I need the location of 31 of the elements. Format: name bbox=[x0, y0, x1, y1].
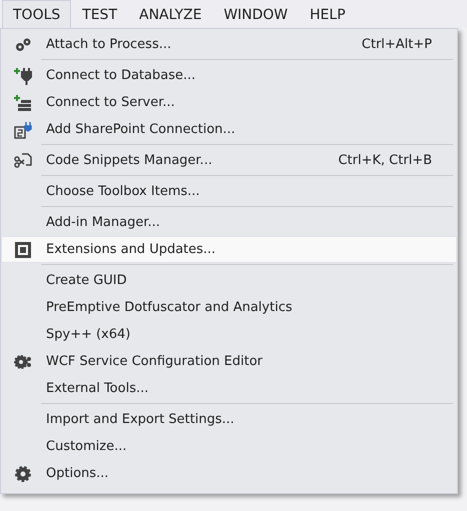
settings-icon bbox=[14, 464, 32, 482]
menu-item[interactable]: Customize... bbox=[1, 433, 457, 460]
menu-bar-item[interactable]: TOOLS bbox=[2, 0, 72, 28]
menu-bar-item[interactable]: WINDOW bbox=[212, 0, 299, 28]
menu-item[interactable]: Attach to Process... Ctrl+Alt+P bbox=[1, 31, 457, 58]
extensions-icon bbox=[14, 240, 32, 258]
menu-item[interactable]: Code Snippets Manager... Ctrl+K, Ctrl+B bbox=[1, 147, 457, 174]
menu-item[interactable]: Import and Export Settings... bbox=[1, 406, 457, 433]
menu-item[interactable]: Connect to Database... bbox=[1, 62, 457, 89]
gear-icon bbox=[14, 354, 32, 370]
shortcut-text: Ctrl+Alt+P bbox=[362, 37, 432, 52]
sharepoint-connection-icon bbox=[14, 120, 32, 138]
menu-bar-item[interactable]: ANALYZE bbox=[128, 0, 213, 28]
menu-item[interactable]: Add SharePoint Connection... bbox=[1, 116, 457, 143]
menu-item[interactable]: Create GUID bbox=[1, 267, 457, 294]
menu-item[interactable]: Connect to Server... bbox=[1, 89, 457, 116]
menu-item[interactable]: Add-in Manager... bbox=[1, 209, 457, 236]
scissors-icon bbox=[14, 152, 32, 170]
menu-bar-item[interactable]: HELP bbox=[298, 0, 356, 28]
menu-item[interactable]: PreEmptive Dotfuscator and Analytics bbox=[1, 294, 457, 321]
menu-item[interactable]: WCF Service Configuration Editor bbox=[1, 348, 457, 375]
shortcut-text: Ctrl+K, Ctrl+B bbox=[338, 153, 432, 168]
menu-item[interactable]: External Tools... bbox=[1, 375, 457, 402]
plug-icon bbox=[14, 66, 32, 84]
menu-bar-item[interactable]: TEST bbox=[71, 0, 128, 28]
gears-icon bbox=[14, 36, 32, 52]
server-icon bbox=[14, 94, 32, 112]
menu-item[interactable]: Spy++ (x64) bbox=[1, 321, 457, 348]
menu-item[interactable]: Options... bbox=[1, 460, 457, 487]
menu-item[interactable]: Extensions and Updates... bbox=[1, 236, 457, 263]
menu-item[interactable]: Choose Toolbox Items... bbox=[1, 178, 457, 205]
